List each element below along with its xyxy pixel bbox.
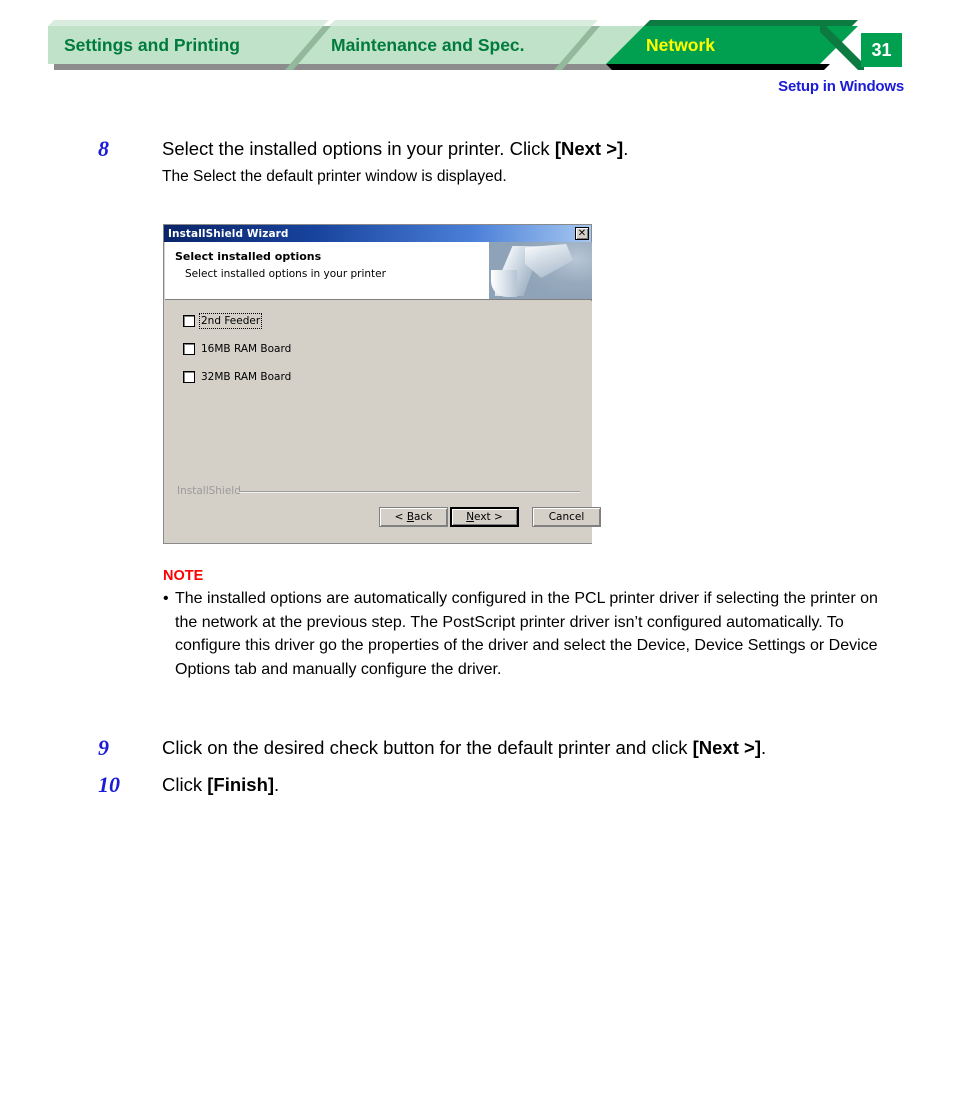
note-body: • The installed options are automaticall… (163, 587, 903, 681)
back-button-post: ack (414, 511, 433, 523)
note-block: NOTE • The installed options are automat… (163, 568, 903, 681)
step-8-text-bold: [Next >] (554, 138, 624, 159)
step-9-text: Click on the desired check button for th… (162, 737, 766, 759)
dialog-title-bar: InstallShield Wizard ✕ (164, 225, 591, 242)
note-bullet: • (163, 590, 169, 607)
dialog-title: InstallShield Wizard (168, 227, 289, 240)
checkbox-label-2nd-feeder: 2nd Feeder (198, 313, 263, 329)
curled-paper-graphic (489, 242, 592, 299)
checkbox-2nd-feeder[interactable] (183, 315, 195, 327)
step-8-text-plain: Select the installed options in your pri… (162, 138, 555, 159)
dialog-header-banner: Select installed options Select installe… (165, 242, 592, 300)
step-9-text-bold: [Next >] (692, 737, 761, 758)
page-banner: Settings and Printing Maintenance and Sp… (0, 0, 954, 95)
step-8-text: Select the installed options in your pri… (162, 138, 628, 160)
step-10-text-tail: . (274, 774, 280, 795)
step-8-number: 8 (98, 136, 109, 161)
dialog-body: 2nd Feeder 16MB RAM Board 32MB RAM Board… (165, 301, 601, 543)
installshield-brand-label: InstallShield (177, 485, 241, 497)
banner-tab-active-shadow (606, 64, 830, 70)
step-8-text-tail: . (623, 138, 629, 159)
next-button-post: ext > (474, 511, 503, 523)
back-button-accel: B (406, 511, 415, 523)
back-button-pre: < (394, 511, 407, 523)
dialog-header-subtitle: Select installed options in your printer (185, 268, 386, 280)
step-10-text-plain: Click (162, 774, 208, 795)
page-number: 31 (861, 33, 902, 67)
checkbox-16mb-ram-board[interactable] (183, 343, 195, 355)
next-button-accel: N (466, 511, 475, 523)
step-10-text: Click [Finish]. (162, 774, 279, 796)
close-x-icon[interactable]: ✕ (575, 227, 589, 240)
curled-paper-shape-2 (525, 244, 573, 278)
banner-tab-settings-and-printing[interactable]: Settings and Printing (64, 26, 240, 64)
note-text: The installed options are automatically … (175, 590, 878, 678)
step-10-number: 10 (98, 772, 120, 797)
note-heading: NOTE (163, 568, 204, 584)
step-9-text-plain: Click on the desired check button for th… (162, 737, 693, 758)
banner-tab-network[interactable]: Network (646, 26, 715, 64)
next-button[interactable]: Next > (450, 507, 519, 527)
banner-tab-strip: Settings and Printing Maintenance and Sp… (48, 20, 902, 70)
curled-paper-shape-3 (491, 270, 517, 297)
cancel-button[interactable]: Cancel (532, 507, 601, 527)
banner-subtitle: Setup in Windows (778, 78, 904, 95)
checkbox-row-2nd-feeder[interactable]: 2nd Feeder (183, 313, 263, 329)
checkbox-row-16mb-ram-board[interactable]: 16MB RAM Board (183, 343, 291, 355)
checkbox-label-16mb-ram-board: 16MB RAM Board (201, 343, 292, 355)
dialog-divider (239, 491, 580, 493)
step-9-text-tail: . (761, 737, 767, 758)
checkbox-label-32mb-ram-board: 32MB RAM Board (201, 371, 292, 383)
step-8-subtext: The Select the default printer window is… (162, 168, 507, 185)
installshield-wizard-dialog: InstallShield Wizard ✕ Select installed … (163, 224, 601, 544)
checkbox-row-32mb-ram-board[interactable]: 32MB RAM Board (183, 371, 291, 383)
dialog-button-bar: < Back Next > Cancel (165, 505, 601, 535)
step-9-number: 9 (98, 735, 109, 760)
checkbox-32mb-ram-board[interactable] (183, 371, 195, 383)
step-10-text-bold: [Finish] (207, 774, 275, 795)
back-button[interactable]: < Back (379, 507, 448, 527)
banner-tab-maintenance-and-spec[interactable]: Maintenance and Spec. (331, 26, 525, 64)
dialog-header-title: Select installed options (175, 250, 322, 263)
